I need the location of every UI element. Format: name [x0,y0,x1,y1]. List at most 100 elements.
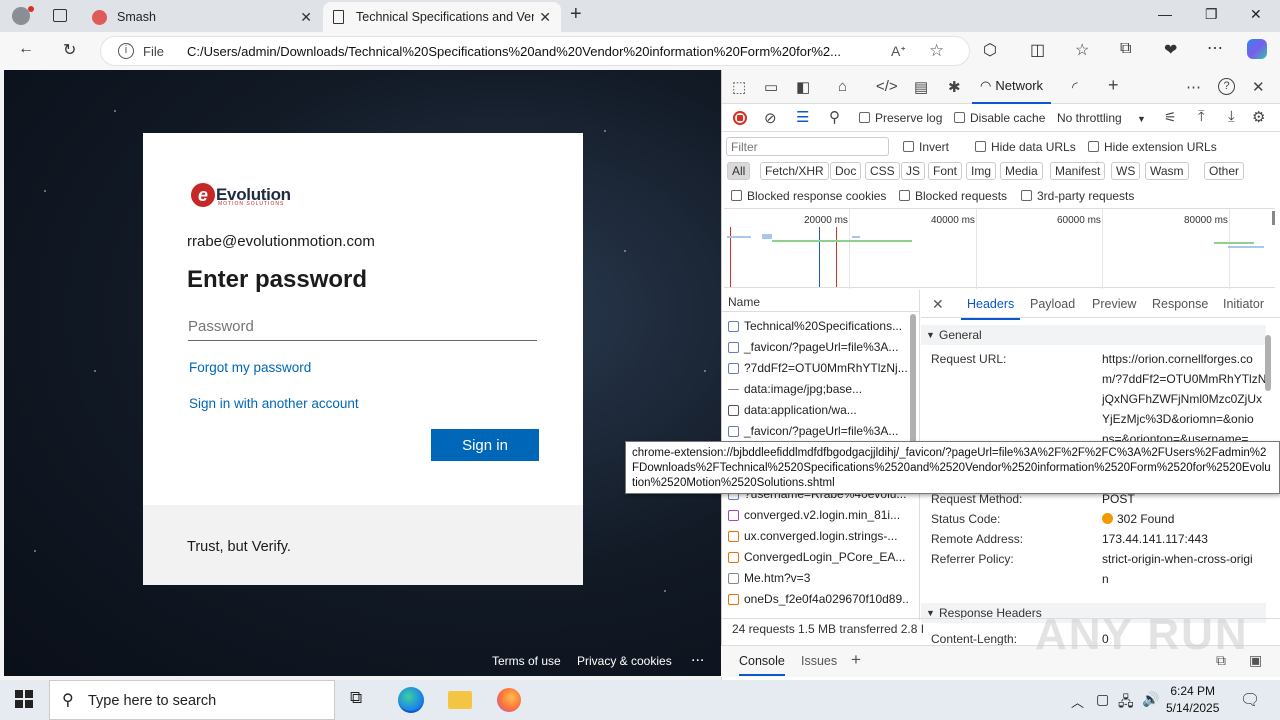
type-filter-doc[interactable]: Doc [830,162,862,180]
console-icon[interactable]: ▤ [914,78,928,96]
firefox-icon[interactable] [497,688,521,712]
invert-checkbox[interactable]: Invert [903,140,949,154]
refresh-icon[interactable]: ↻ [63,40,76,60]
blocked-response-cookies-checkbox[interactable]: Blocked response cookies [731,189,886,203]
tab-headers[interactable]: Headers [960,297,1021,320]
inspect-element-icon[interactable]: ⬚ [732,78,746,96]
restore-button[interactable]: ❐ [1205,6,1218,23]
type-filter-font[interactable]: Font [928,162,963,180]
tab-issues[interactable]: Issues [801,654,837,668]
name-column-header[interactable]: Name [722,290,920,312]
third-party-requests-checkbox[interactable]: 3rd-party requests [1021,189,1134,203]
settings-more-icon[interactable]: ⋯ [1207,38,1223,58]
tab-payload[interactable]: Payload [1030,297,1075,311]
network-conditions-icon[interactable]: ⚟ [1164,109,1177,126]
terms-link[interactable]: Terms of use [492,654,561,668]
sign-in-button[interactable]: Sign in [431,429,539,461]
list-item[interactable]: ConvergedLogin_PCore_EA... [722,547,908,568]
favorites-icon[interactable]: ☆ [1075,40,1089,60]
list-item[interactable]: Technical%20Specifications... [722,316,908,337]
request-list-scrollbar[interactable] [910,314,916,444]
password-field[interactable] [188,313,537,341]
favorite-star-icon[interactable]: ☆ [929,41,944,61]
show-hidden-icons-icon[interactable]: ︿ [1071,692,1084,711]
filter-toggle-icon[interactable]: ☰ [796,108,809,126]
type-filter-fetch-xhr[interactable]: Fetch/XHR [760,162,829,180]
back-icon[interactable]: ← [18,40,34,58]
dock-side-icon[interactable]: ◧ [796,78,810,96]
list-item[interactable]: converged.v2.login.min_81i... [722,505,908,526]
tab-preview[interactable]: Preview [1092,297,1136,311]
close-devtools-icon[interactable]: ✕ [1252,78,1265,96]
elements-icon[interactable]: </> [876,78,898,95]
file-explorer-icon[interactable] [448,691,472,709]
close-detail-icon[interactable]: ✕ [932,296,944,313]
forgot-password-link[interactable]: Forgot my password [189,360,311,375]
address-bar[interactable]: i File C:/Users/admin/Downloads/Technica… [100,36,970,66]
close-tab-icon[interactable]: ✕ [300,9,312,26]
device-emulation-icon[interactable]: ▭ [764,78,778,96]
list-item[interactable]: _favicon/?pageUrl=file%3A... [722,337,908,358]
collections-icon[interactable]: ⧉ [1120,40,1131,58]
upload-har-icon[interactable]: ⤒ [1198,108,1205,125]
disable-cache-checkbox[interactable]: Disable cache [954,111,1045,125]
type-filter-img[interactable]: Img [966,162,997,180]
clear-icon[interactable]: ⊘ [764,109,777,127]
close-drawer-icon[interactable]: ▣ [1249,652,1262,669]
record-icon[interactable] [733,111,747,125]
more-tools-icon[interactable]: + [1108,75,1119,96]
info-icon[interactable]: i [118,43,134,59]
task-view-icon[interactable]: ⧉ [350,688,362,708]
meet-now-icon[interactable]: ▢ [1096,691,1109,708]
tab-technical-specifications[interactable]: Technical Specifications and Vend ✕ [323,2,561,32]
taskbar-search[interactable]: ⚲ Type here to search [49,680,335,720]
network-settings-icon[interactable]: ⚙ [1252,108,1265,126]
list-item[interactable]: oneDs_f2e0f4a029670f10d89... [722,589,908,610]
tab-response[interactable]: Response [1152,297,1208,311]
browser-essentials-icon[interactable]: ❤ [1164,40,1177,60]
network-timeline-overview[interactable]: 20000 ms 40000 ms 60000 ms 80000 ms [724,208,1275,289]
split-screen-icon[interactable]: ◫ [1030,40,1045,60]
close-window-button[interactable]: ✕ [1250,6,1262,23]
detail-scrollbar[interactable] [1265,335,1271,391]
list-item[interactable]: _favicon/?pageUrl=file%3A... [722,421,908,442]
minimize-button[interactable]: — [1158,6,1172,22]
volume-icon[interactable]: 🔊 [1142,691,1159,708]
hide-data-urls-checkbox[interactable]: Hide data URLs [975,140,1076,154]
extensions-icon[interactable]: ⬡ [983,40,997,60]
performance-icon[interactable]: ◜ [1072,78,1078,96]
download-har-icon[interactable]: ⤓ [1228,108,1235,125]
welcome-home-icon[interactable]: ⌂ [838,78,847,95]
network-icon[interactable]: 🖧 [1118,691,1134,715]
list-item[interactable]: ux.converged.login.strings-... [722,526,908,547]
tab-initiator[interactable]: Initiator [1223,297,1264,311]
list-item[interactable]: data:image/jpg;base... [722,379,908,400]
help-icon[interactable]: ? [1218,78,1235,95]
type-filter-manifest[interactable]: Manifest [1050,162,1106,180]
notifications-icon[interactable]: 🗨 [1240,690,1260,710]
add-drawer-tab-icon[interactable]: + [851,650,861,670]
copilot-icon[interactable] [1247,39,1267,59]
list-item[interactable]: data:application/wa... [722,400,908,421]
list-item[interactable]: Me.htm?v=3 [722,568,908,589]
read-aloud-icon[interactable]: Aᐩ [891,43,906,60]
tab-console[interactable]: Console [739,654,785,676]
preserve-log-checkbox[interactable]: Preserve log [859,111,942,125]
filter-input[interactable] [726,137,889,156]
general-section-header[interactable]: ▼ General [921,325,1266,345]
type-filter-media[interactable]: Media [1000,162,1043,180]
type-filter-ws[interactable]: WS [1111,162,1141,180]
sign-in-another-account-link[interactable]: Sign in with another account [189,396,359,411]
privacy-link[interactable]: Privacy & cookies [577,654,672,668]
sources-bug-icon[interactable]: ✱ [948,78,961,96]
list-item[interactable]: ?7ddFf2=OTU0MmRhYTlzNj... [722,358,908,379]
tab-actions-icon[interactable] [53,9,67,22]
throttling-select[interactable]: No throttling ▼ [1057,111,1146,125]
url-text[interactable]: C:/Users/admin/Downloads/Technical%20Spe… [187,44,877,59]
hide-extension-urls-checkbox[interactable]: Hide extension URLs [1088,140,1217,154]
windows-start-icon[interactable] [15,690,33,708]
type-filter-wasm[interactable]: Wasm [1145,162,1189,180]
type-filter-other[interactable]: Other [1204,162,1245,180]
more-options-icon[interactable]: ... [691,648,704,666]
devtools-menu-icon[interactable]: ⋯ [1186,78,1201,96]
